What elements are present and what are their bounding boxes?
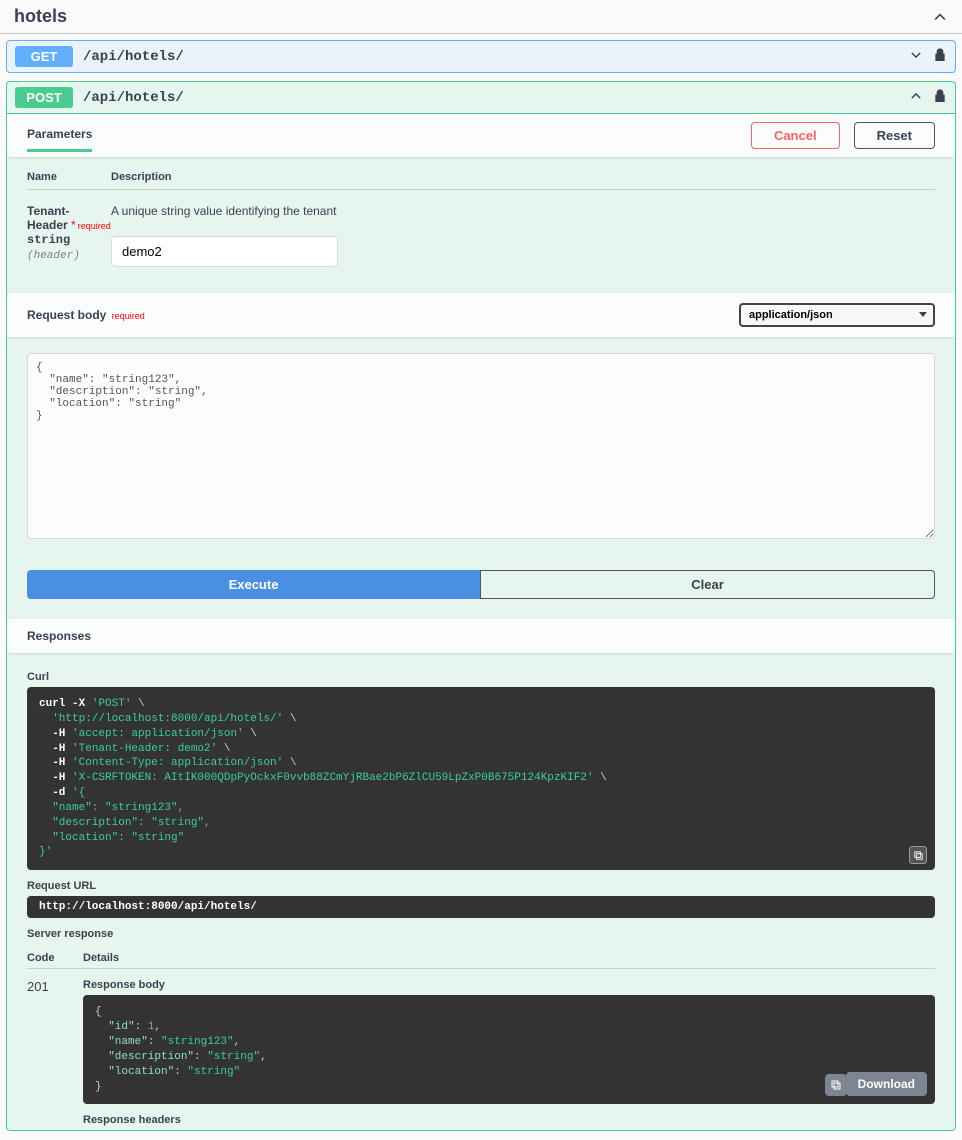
- parameters-header: Parameters Cancel Reset: [7, 114, 955, 157]
- op-get-hotels: GET /api/hotels/: [6, 40, 956, 73]
- param-row-tenant-header: Tenant-Header *required string (header) …: [27, 190, 935, 267]
- curl-label: Curl: [27, 671, 935, 683]
- request-body-header: Request body required application/json: [7, 293, 955, 337]
- param-in: (header): [27, 250, 80, 262]
- col-code: Code: [27, 952, 83, 964]
- execute-button[interactable]: Execute: [27, 570, 480, 599]
- copy-icon[interactable]: [825, 1074, 847, 1096]
- param-name: Tenant-Header: [27, 204, 69, 232]
- response-body-box: { "id": 1, "name": "string123", "descrip…: [83, 995, 935, 1104]
- col-name: Name: [27, 171, 111, 183]
- tab-parameters[interactable]: Parameters: [27, 127, 92, 152]
- col-description: Description: [111, 171, 935, 183]
- required-label: required: [76, 221, 111, 231]
- request-body-title: Request body: [27, 308, 106, 322]
- request-url-box: http://localhost:8000/api/hotels/: [27, 896, 935, 918]
- reset-button[interactable]: Reset: [854, 122, 935, 149]
- copy-icon[interactable]: [909, 846, 927, 864]
- server-response-label: Server response: [27, 928, 935, 940]
- required-label: required: [110, 311, 145, 321]
- clear-button[interactable]: Clear: [480, 570, 935, 599]
- tag-name: hotels: [14, 6, 67, 27]
- response-code: 201: [27, 979, 83, 1130]
- param-description: A unique string value identifying the te…: [111, 204, 337, 218]
- request-body-textarea[interactable]: [27, 353, 935, 539]
- op-path: /api/hotels/: [83, 49, 899, 65]
- cancel-button[interactable]: Cancel: [751, 122, 840, 149]
- col-details: Details: [83, 952, 119, 964]
- content-type-select[interactable]: application/json: [739, 303, 935, 327]
- op-post-hotels: POST /api/hotels/ Parameters Cancel Rese…: [6, 81, 956, 1131]
- method-badge-get: GET: [15, 46, 73, 67]
- lock-icon[interactable]: [933, 88, 947, 107]
- params-table-header: Name Description: [27, 161, 935, 190]
- request-url-label: Request URL: [27, 880, 935, 892]
- param-type: string: [27, 233, 70, 247]
- responses-header: Responses: [7, 619, 955, 653]
- chevron-up-icon: [932, 9, 948, 25]
- required-star: *: [68, 218, 76, 232]
- op-path: /api/hotels/: [83, 90, 899, 106]
- tenant-header-input[interactable]: [111, 236, 338, 267]
- op-summary[interactable]: POST /api/hotels/: [7, 82, 955, 113]
- tag-header[interactable]: hotels: [0, 0, 962, 34]
- op-summary[interactable]: GET /api/hotels/: [7, 41, 955, 72]
- chevron-up-icon: [909, 89, 923, 106]
- chevron-down-icon: [909, 48, 923, 65]
- response-body-label: Response body: [83, 979, 935, 991]
- method-badge-post: POST: [15, 87, 73, 108]
- curl-box: curl -X 'POST' \ 'http://localhost:8000/…: [27, 687, 935, 870]
- lock-icon[interactable]: [933, 47, 947, 66]
- download-button[interactable]: Download: [846, 1072, 927, 1096]
- response-headers-label: Response headers: [83, 1114, 935, 1126]
